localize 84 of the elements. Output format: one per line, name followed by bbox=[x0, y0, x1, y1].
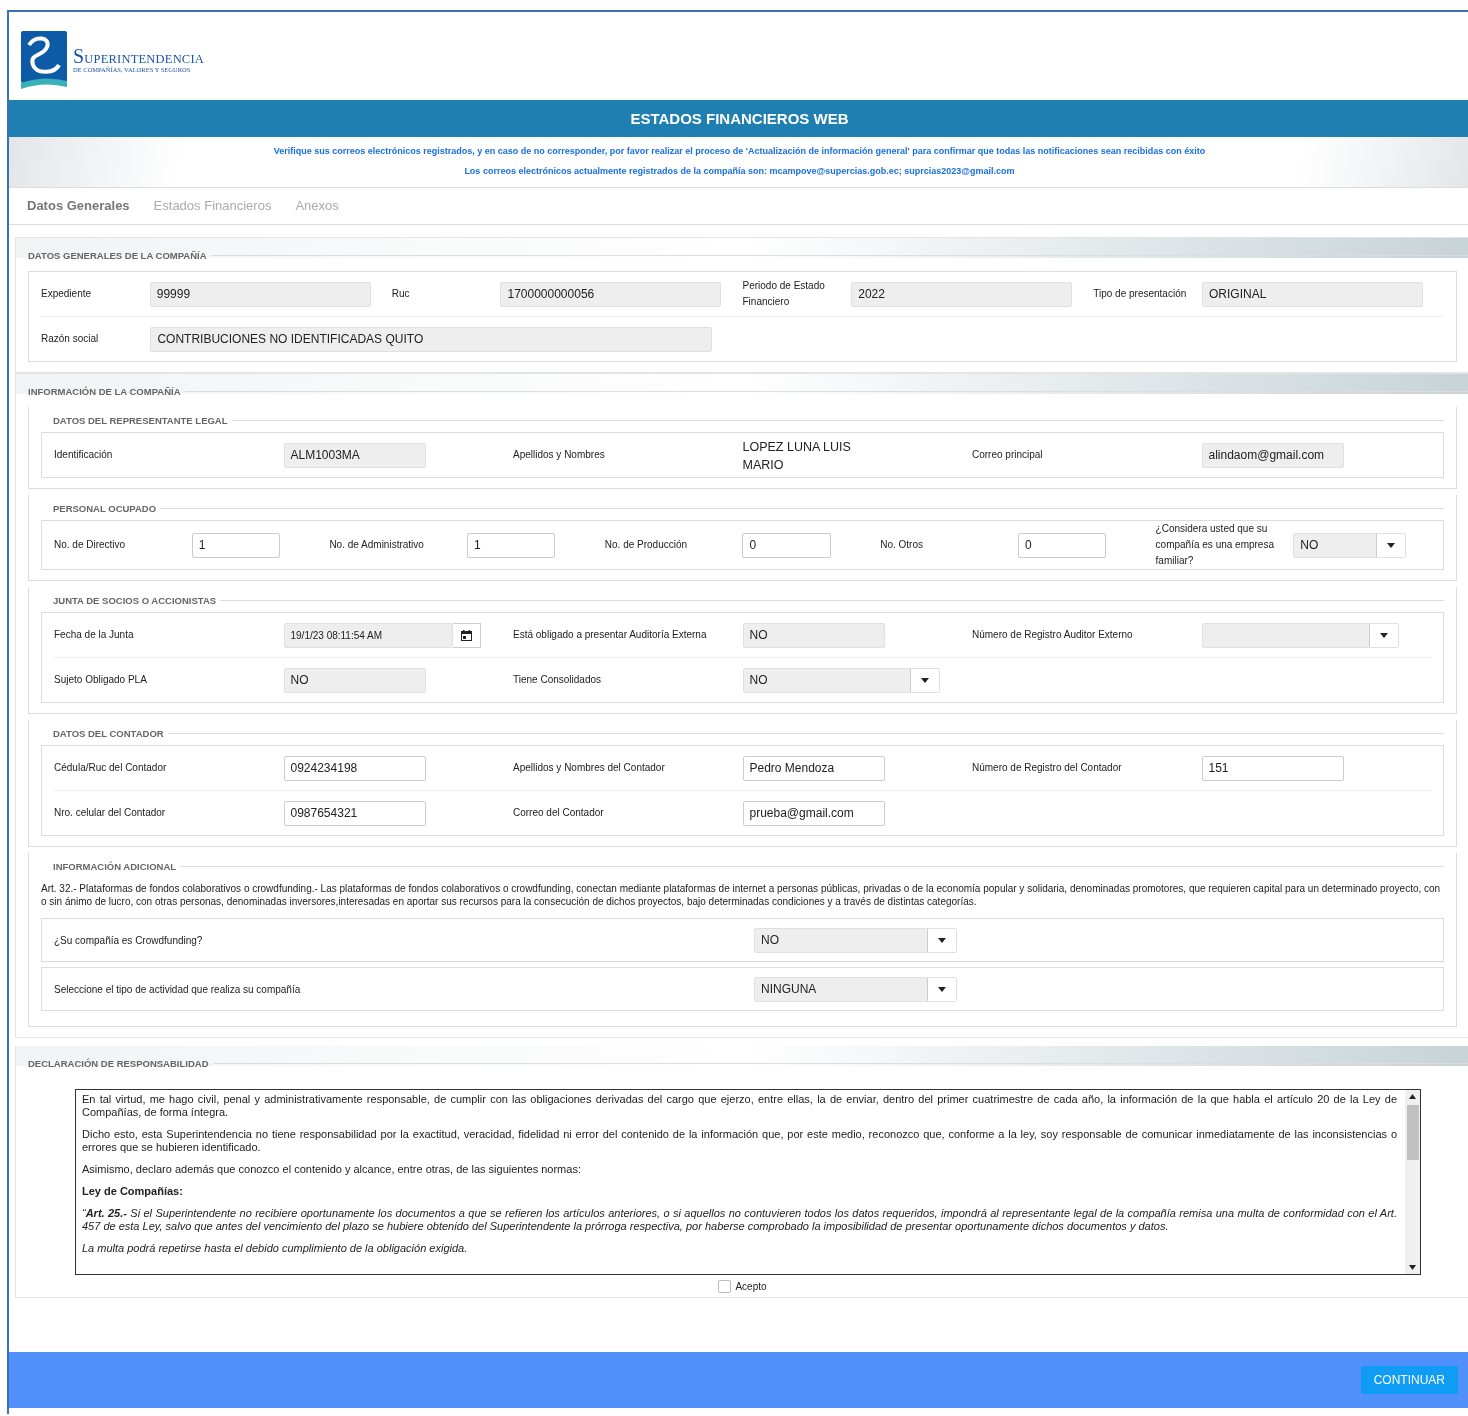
brand-name: SUPERINTENDENCIA bbox=[73, 50, 204, 66]
scrollbar-thumb[interactable] bbox=[1406, 1105, 1419, 1160]
declaration-quote: “Art. 25.- Si el Superintendente no recibiere oportunamente los documentos a que se refieren los artículos anteriores, o si aquellos no contuvieren todos los datos requeridos, impondrá al representante legal de la compañía remisa una multa de conformidad con el Art. 457 de esta Ley, salvo que antes del vencimiento del plazo se hubiere obtenido del Superintendente la prórroga respectiva, por haberse comprobado la imposibilidad de presentar oportunamente dichos documentos y datos. bbox=[82, 1207, 1397, 1233]
checkbox-label: Acepto bbox=[735, 1280, 767, 1292]
readonly-field: 2022 bbox=[851, 281, 1073, 307]
section-title: JUNTA DE SOCIOS O ACCIONISTAS bbox=[53, 595, 217, 606]
field-label: No. Otros bbox=[880, 538, 924, 552]
caret-icon bbox=[1379, 632, 1388, 638]
readonly-field: 1700000000056 bbox=[500, 281, 722, 307]
input-field[interactable]: 0 bbox=[1017, 532, 1106, 558]
readonly-field: alindaom@gmail.com bbox=[1201, 442, 1344, 468]
field-label: Razón social bbox=[41, 332, 100, 346]
caret-icon bbox=[938, 937, 946, 943]
section-title: DATOS DEL REPRESENTANTE LEGAL bbox=[53, 415, 228, 426]
field-label: Nro. celular del Contador bbox=[54, 806, 167, 820]
section-title: PERSONAL OCUPADO bbox=[53, 503, 157, 514]
declaration-paragraph: En tal virtud, me hago civil, penal y administrativamente responsable, de cumplir con las obligaciones derivadas del cargo que ejerzo, entre ellas, la de enviar, dentro del primer cuatrimestre de cada año, la información de la que habla el artículo 20 de la Ley de Compañías, de forma íntegra. bbox=[82, 1093, 1397, 1119]
readonly-field: NO bbox=[742, 622, 885, 648]
info-paragraph: Art. 32.- Plataformas de fondos colaborativos o crowdfunding.- Las plataformas de fondos colaborativos o crowdfunding, conectan mediante plataformas de internet a personas públicas, privadas o de la economía popular y solidaria, denominadas promotores, que requieren capital para un determinado proyecto, con o sin ánimo de lucro, con otras personas, denominadas inversores,interesadas en aportar sus recursos para la consecución de dichos proyectos, bajo determinadas condiciones y a través de distintas categorías. bbox=[41, 882, 1442, 908]
accept-checkbox[interactable] bbox=[718, 1279, 732, 1293]
page-title-banner: ESTADOS FINANCIEROS WEB bbox=[9, 100, 1468, 137]
field-label: Sujeto Obligado PLA bbox=[54, 673, 148, 687]
readonly-field: 99999 bbox=[149, 281, 371, 307]
declaration-paragraph: Dicho esto, esta Superintendencia no tiene responsabilidad por la exactitud, veracidad, fidelidad ni error del contenido de la información que, por este medio, reconozco que, conforme a la ley, soy responsable de comunicar inmediatamente de las inconsistencias o errores que se hubieren identificado. bbox=[82, 1128, 1397, 1154]
readonly-field: CONTRIBUCIONES NO IDENTIFICADAS QUITO bbox=[150, 326, 713, 352]
caret-icon bbox=[1387, 542, 1396, 548]
field-label: No. de Directivo bbox=[54, 538, 127, 552]
field-label: Fecha de la Junta bbox=[54, 628, 135, 642]
dropdown[interactable] bbox=[1201, 622, 1399, 648]
section-title: INFORMACIÓN ADICIONAL bbox=[53, 861, 177, 872]
input-field[interactable]: 0 bbox=[742, 532, 831, 558]
field-label: Expediente bbox=[41, 287, 93, 301]
dropdown[interactable]: NO bbox=[754, 927, 957, 953]
field-label: Apellidos y Nombres del Contador bbox=[513, 761, 666, 775]
readonly-field: ORIGINAL bbox=[1201, 281, 1423, 307]
field-label: Número de Registro del Contador bbox=[972, 761, 1123, 775]
field-label: Apellidos y Nombres bbox=[513, 448, 606, 462]
input-field[interactable]: prueba@gmail.com bbox=[742, 800, 885, 826]
notice-text: Los correos electrónicos actualmente registrados de la compañía son: mcampove@supercias.gob.ec; suprcias2023@gmail.com bbox=[463, 165, 1016, 178]
field-label: Número de Registro Auditor Externo bbox=[972, 628, 1134, 642]
input-field[interactable]: 151 bbox=[1201, 755, 1344, 781]
input-field[interactable]: 1 bbox=[467, 532, 556, 558]
caret-icon bbox=[920, 677, 929, 683]
declaration-heading: Ley de Compañías: bbox=[82, 1185, 184, 1198]
readonly-field: NO bbox=[283, 667, 426, 693]
scrollbar[interactable] bbox=[1405, 1090, 1420, 1274]
field-label: Periodo de Estado Financiero bbox=[742, 279, 826, 309]
field-label: Cédula/Ruc del Contador bbox=[54, 761, 168, 775]
field-label: No. de Producción bbox=[604, 538, 689, 552]
declaration-quote: La multa podrá repetirse hasta el debido cumplimiento de la obligación exigida. bbox=[82, 1242, 469, 1255]
dropdown[interactable]: NO bbox=[1293, 532, 1407, 558]
notice-text: Verifique sus correos electrónicos registrados, y en caso de no corresponder, por favor realizar el proceso de 'Actualización de información general' para confirmar que todas las notificaciones sean recibidas con éxito bbox=[272, 145, 1207, 158]
field-label: Está obligado a presentar Auditoría Externa bbox=[513, 628, 708, 642]
dropdown[interactable]: NO bbox=[742, 667, 940, 693]
declaration-paragraph: Asimismo, declaro además que conozco el contenido y alcance, entre otras, de las siguientes normas: bbox=[82, 1163, 582, 1176]
date-field[interactable]: 19/1/23 08:11:54 AM bbox=[283, 622, 453, 648]
tab[interactable]: Datos Generales bbox=[15, 188, 142, 224]
field-label: No. de Administrativo bbox=[329, 538, 425, 552]
scroll-down-icon bbox=[1409, 1265, 1416, 1270]
input-field[interactable]: 0924234198 bbox=[283, 755, 426, 781]
dropdown[interactable]: NINGUNA bbox=[754, 976, 957, 1002]
field-label: Ruc bbox=[391, 287, 411, 301]
input-field[interactable]: 1 bbox=[191, 532, 280, 558]
calendar-button[interactable] bbox=[452, 622, 481, 648]
scroll-up-icon bbox=[1409, 1094, 1416, 1099]
section-title: DATOS GENERALES DE LA COMPAÑÍA bbox=[28, 250, 207, 261]
section-title: INFORMACIÓN DE LA COMPAÑÍA bbox=[28, 386, 181, 397]
field-label: Identificación bbox=[54, 448, 114, 462]
readonly-field: ALM1003MA bbox=[283, 442, 426, 468]
logo-icon bbox=[21, 31, 67, 89]
section-title: DATOS DEL CONTADOR bbox=[53, 728, 164, 739]
field-label: Seleccione el tipo de actividad que realiza su compañía bbox=[54, 983, 302, 995]
section-title: DECLARACIÓN DE RESPONSABILIDAD bbox=[28, 1058, 209, 1069]
field-label: Correo del Contador bbox=[513, 806, 605, 820]
caret-icon bbox=[938, 986, 946, 992]
field-label: ¿Su compañía es Crowdfunding? bbox=[54, 934, 204, 946]
field-label: Tiene Consolidados bbox=[513, 673, 603, 687]
field-label: ¿Considera usted que su compañía es una empresa familiar? bbox=[1155, 522, 1275, 568]
calendar-icon bbox=[460, 629, 472, 641]
input-field[interactable]: Pedro Mendoza bbox=[742, 755, 885, 781]
input-field[interactable]: 0987654321 bbox=[283, 800, 426, 826]
field-label: Tipo de presentación bbox=[1093, 287, 1188, 301]
field-label: Correo principal bbox=[972, 448, 1044, 462]
field-value: LOPEZ LUNA LUIS MARIO bbox=[742, 440, 851, 472]
